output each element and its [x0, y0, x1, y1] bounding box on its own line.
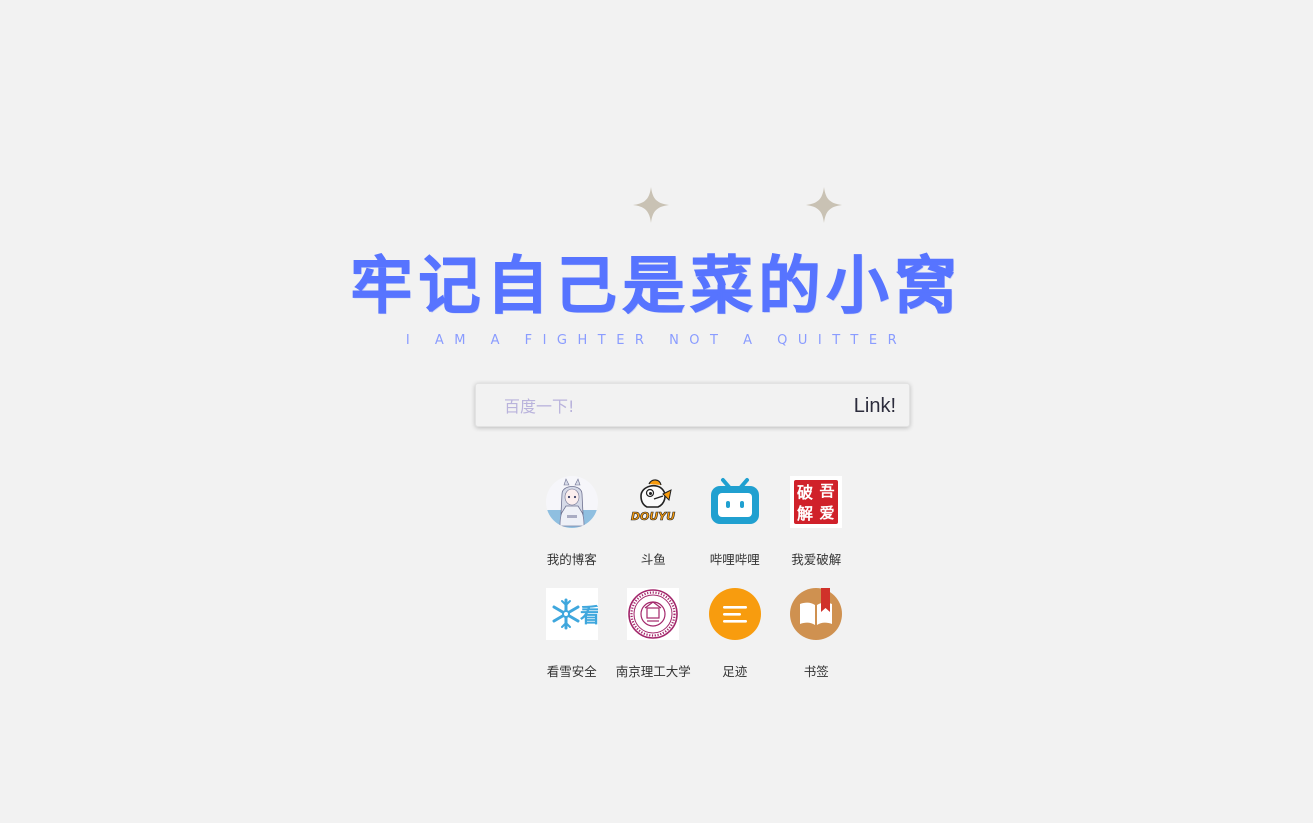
site-title: 牢记自己是菜的小窝	[350, 249, 963, 323]
sparkle-left-icon	[633, 187, 669, 223]
shortcut-label: 斗鱼	[640, 552, 666, 567]
shortcut-label: 南京理工大学	[615, 664, 691, 679]
kanxue-char: 看	[580, 603, 598, 627]
shortcut-label: 我爱破解	[791, 552, 842, 567]
pojie-char-4: 爱	[820, 504, 835, 522]
shortcut-bookmark[interactable]: 书签	[776, 588, 858, 680]
search-input[interactable]	[502, 392, 826, 420]
shortcut-label: 看雪安全	[546, 664, 597, 679]
link-button[interactable]: Link!	[854, 393, 896, 419]
shortcut-grid: 我的博客 DOUYU 斗鱼 哔哩哔哩 破 吾 解 爱 我爱破解 看 看雪安全 南…	[531, 476, 857, 680]
shortcut-footprint[interactable]: 足迹	[694, 588, 776, 680]
shortcut-label: 书签	[803, 664, 829, 679]
pojie-char-3: 解	[797, 504, 813, 523]
douyu-logo-text: DOUYU	[631, 510, 675, 523]
52pojie-icon: 破 吾 解 爱	[790, 476, 843, 528]
shortcut-label: 我的博客	[546, 552, 597, 567]
douyu-icon: DOUYU	[631, 479, 676, 523]
njust-seal-icon	[627, 588, 680, 640]
site-subtitle: I AM A FIGHTER NOT A QUITTER	[405, 333, 908, 348]
pojie-char-1: 破	[797, 483, 813, 502]
search-box: Link!	[475, 383, 910, 427]
shortcut-njust[interactable]: 南京理工大学	[613, 588, 695, 680]
sparkle-right-icon	[806, 187, 842, 223]
shortcut-52pojie[interactable]: 破 吾 解 爱 我爱破解	[776, 476, 858, 568]
shortcut-bilibili[interactable]: 哔哩哔哩	[694, 476, 776, 568]
footprint-icon	[708, 588, 761, 640]
shortcut-blog[interactable]: 我的博客	[531, 476, 613, 568]
bilibili-icon	[710, 478, 759, 524]
shortcut-label: 足迹	[722, 664, 748, 679]
pojie-char-2: 吾	[820, 482, 835, 500]
shortcut-kanxue[interactable]: 看 看雪安全	[531, 588, 613, 680]
shortcut-label: 哔哩哔哩	[709, 552, 760, 567]
page: 牢记自己是菜的小窝 I AM A FIGHTER NOT A QUITTER L…	[0, 0, 1313, 823]
bookmark-icon	[790, 588, 843, 640]
anime-avatar-icon	[545, 476, 598, 528]
shortcut-douyu[interactable]: DOUYU 斗鱼	[613, 476, 695, 568]
kanxue-icon: 看	[545, 588, 598, 640]
